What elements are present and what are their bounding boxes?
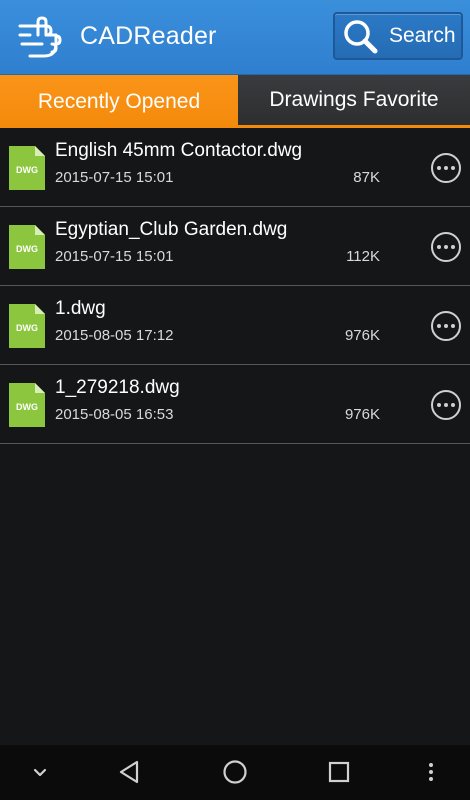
ellipsis-dot-icon — [451, 245, 455, 249]
tab-recently-opened[interactable]: Recently Opened — [0, 75, 238, 128]
dwg-file-icon: DWG — [9, 304, 45, 348]
ellipsis-dot-icon — [444, 324, 448, 328]
app-title: CADReader — [80, 22, 217, 50]
file-name: English 45mm Contactor.dwg — [55, 140, 303, 161]
file-size: 112K — [346, 248, 380, 265]
magnifier-icon — [344, 20, 378, 54]
file-row[interactable]: DWG Egyptian_Club Garden.dwg 2015-07-15 … — [0, 207, 470, 286]
ellipsis-dot-icon — [437, 166, 441, 170]
dwg-file-icon: DWG — [9, 146, 45, 190]
file-date: 2015-08-05 16:53 — [55, 406, 174, 423]
file-size: 87K — [353, 169, 380, 186]
more-options-button[interactable] — [431, 311, 461, 341]
file-list: DWG English 45mm Contactor.dwg 2015-07-1… — [0, 128, 470, 444]
file-row[interactable]: DWG English 45mm Contactor.dwg 2015-07-1… — [0, 128, 470, 207]
recents-square-icon — [328, 761, 350, 783]
file-size: 976K — [344, 406, 380, 423]
ellipsis-dot-icon — [451, 324, 455, 328]
overflow-dots-icon — [429, 763, 433, 781]
file-name: Egyptian_Club Garden.dwg — [55, 219, 288, 240]
file-name: 1_279218.dwg — [55, 377, 180, 398]
nav-recents-button[interactable] — [326, 759, 352, 785]
file-name: 1.dwg — [55, 298, 106, 319]
file-date: 2015-07-15 15:01 — [55, 248, 174, 265]
file-size: 976K — [344, 327, 380, 344]
ellipsis-dot-icon — [444, 403, 448, 407]
more-options-button[interactable] — [431, 390, 461, 420]
dwg-icon-label: DWG — [16, 323, 38, 333]
file-date: 2015-08-05 17:12 — [55, 327, 174, 344]
more-options-button[interactable] — [431, 232, 461, 262]
tab-bar: Recently Opened Drawings Favorite — [0, 75, 470, 128]
cadreader-app: CADReader Search Recently Opened Drawing… — [0, 0, 470, 800]
dwg-icon-label: DWG — [16, 165, 38, 175]
dwg-icon-label: DWG — [16, 402, 38, 412]
file-row[interactable]: DWG 1_279218.dwg 2015-08-05 16:53 976K — [0, 365, 470, 444]
search-button-label: Search — [389, 24, 456, 47]
ellipsis-dot-icon — [444, 245, 448, 249]
tab-drawings-favorite[interactable]: Drawings Favorite — [238, 75, 470, 128]
ellipsis-dot-icon — [444, 166, 448, 170]
ellipsis-dot-icon — [451, 403, 455, 407]
dwg-file-icon: DWG — [9, 225, 45, 269]
nav-hide-keyboard-button[interactable] — [27, 759, 53, 785]
app-header: CADReader Search — [0, 0, 470, 75]
ellipsis-dot-icon — [437, 403, 441, 407]
file-row[interactable]: DWG 1.dwg 2015-08-05 17:12 976K — [0, 286, 470, 365]
dwg-icon-label: DWG — [16, 244, 38, 254]
ellipsis-dot-icon — [437, 324, 441, 328]
ellipsis-dot-icon — [437, 245, 441, 249]
hand-pointer-icon — [18, 16, 62, 58]
dwg-file-icon: DWG — [9, 383, 45, 427]
more-options-button[interactable] — [431, 153, 461, 183]
ellipsis-dot-icon — [451, 166, 455, 170]
nav-back-button[interactable] — [117, 759, 143, 785]
nav-home-button[interactable] — [222, 759, 248, 785]
file-date: 2015-07-15 15:01 — [55, 169, 174, 186]
search-button[interactable]: Search — [333, 12, 463, 60]
home-circle-icon — [223, 760, 247, 784]
nav-overflow-button[interactable] — [418, 759, 444, 785]
system-nav-bar — [0, 745, 470, 800]
back-triangle-icon — [119, 760, 139, 784]
chevron-down-icon — [33, 768, 47, 777]
